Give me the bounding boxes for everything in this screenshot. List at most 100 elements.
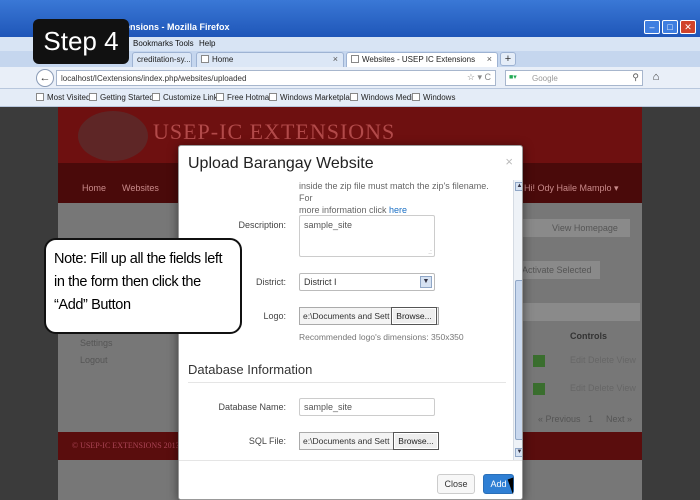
zip-info-text: inside the zip file must match the zip's…: [299, 180, 504, 216]
zip-info-line: more information click: [299, 205, 390, 215]
database-name-input[interactable]: sample_site: [299, 398, 435, 416]
menu-tools[interactable]: Tools: [175, 39, 194, 48]
pagination-previous[interactable]: « Previous: [538, 414, 581, 424]
google-icon[interactable]: ■▾: [509, 73, 527, 83]
bookmark-icon: [89, 93, 97, 101]
close-tab-icon[interactable]: ×: [333, 54, 338, 64]
pagination-next[interactable]: Next »: [606, 414, 632, 424]
note-line: in the form then click the: [54, 274, 201, 290]
scroll-down-icon[interactable]: ▼: [515, 448, 522, 457]
close-icon[interactable]: ×: [505, 154, 513, 169]
url-input[interactable]: localhost/ICextensions/index.php/website…: [56, 70, 496, 86]
back-arrow-icon[interactable]: ←: [36, 69, 54, 87]
bookmark-free-hotmail[interactable]: Free Hotmail: [216, 93, 273, 102]
close-tab-icon[interactable]: ×: [487, 54, 492, 64]
database-name-label: Database Name:: [218, 402, 286, 412]
row-actions[interactable]: Edit Delete View: [570, 383, 636, 393]
bg-select: [533, 383, 545, 395]
modal-title: Upload Barangay Website: [188, 155, 374, 172]
nav-user-menu[interactable]: Hi! Ody Haile Mamplo ▾: [524, 183, 619, 194]
close-icon[interactable]: ✕: [680, 20, 696, 34]
bookmark-windows-media[interactable]: Windows Media: [350, 93, 417, 102]
more-info-link[interactable]: here: [389, 205, 407, 215]
database-section-title: Database Information: [188, 362, 313, 377]
tab-websites[interactable]: Websites - USEP IC Extensions ×: [346, 52, 498, 67]
bookmark-most-visited[interactable]: Most Visited: [36, 93, 90, 102]
bookmark-label: Windows: [423, 93, 456, 102]
window-title: tensions - Mozilla Firefox: [122, 22, 230, 32]
description-label: Description:: [238, 220, 286, 230]
bookmark-label: Windows Marketplace: [280, 93, 359, 102]
bookmark-label: Getting Started: [100, 93, 154, 102]
bookmarks-toolbar: Most Visited Getting Started Customize L…: [0, 89, 700, 107]
page-icon: [351, 55, 359, 63]
resize-grip-icon[interactable]: .:: [428, 249, 432, 256]
url-text: localhost/ICextensions/index.php/website…: [61, 74, 247, 83]
search-placeholder: Google: [532, 74, 558, 83]
bookmark-label: Most Visited: [47, 93, 91, 102]
maximize-icon[interactable]: □: [662, 20, 678, 34]
sql-browse-button[interactable]: Browse...: [393, 432, 439, 450]
description-value: sample_site: [304, 220, 353, 230]
page-icon: [201, 55, 209, 63]
modal-footer: Close Add: [179, 460, 522, 499]
modal-scrollbar[interactable]: ▲ ▼: [513, 180, 522, 460]
bookmark-customize-links[interactable]: Customize Links: [152, 93, 222, 102]
sidebar-settings[interactable]: Settings: [80, 338, 113, 348]
row-actions[interactable]: Edit Delete View: [570, 355, 636, 365]
step-badge: Step 4: [33, 19, 129, 64]
close-button[interactable]: Close: [437, 474, 475, 494]
tab-label: Home: [212, 55, 234, 64]
bookmark-windows-marketplace[interactable]: Windows Marketplace: [269, 93, 358, 102]
pagination-page[interactable]: 1: [588, 414, 593, 424]
bookmark-icon: [412, 93, 420, 101]
sidebar-logout[interactable]: Logout: [80, 355, 108, 365]
view-homepage-link[interactable]: View Homepage: [552, 223, 618, 233]
eagle-logo: [78, 111, 148, 161]
bookmark-label: Free Hotmail: [227, 93, 273, 102]
zip-info-line: inside the zip file must match the zip's…: [299, 181, 489, 203]
bookmark-icon: [216, 93, 224, 101]
section-divider: [188, 382, 506, 383]
controls-header: Controls: [570, 331, 607, 341]
scroll-thumb[interactable]: [515, 280, 522, 440]
instruction-note: Note: Fill up all the fields left in the…: [44, 238, 242, 334]
menu-bookmarks[interactable]: Bookmarks: [133, 39, 173, 48]
home-icon[interactable]: ⌂: [648, 70, 664, 86]
search-input[interactable]: ■▾ Google ⚲: [505, 70, 643, 86]
navigation-bar: ← localhost/ICextensions/index.php/websi…: [0, 67, 700, 89]
bookmark-label: Windows Media: [361, 93, 418, 102]
window-controls: – □ ✕: [644, 20, 696, 34]
search-icon[interactable]: ⚲: [632, 72, 639, 83]
bookmark-icon: [350, 93, 358, 101]
bookmark-star-icon[interactable]: ☆ ▾ C: [467, 72, 491, 83]
chevron-down-icon[interactable]: ▼: [420, 276, 432, 288]
tab-label: creditation-sy...: [137, 55, 191, 64]
menu-help[interactable]: Help: [199, 39, 215, 48]
note-line: Note: Fill up all the fields left: [54, 251, 223, 267]
bookmark-icon: [152, 93, 160, 101]
activate-selected-button[interactable]: Activate Selected: [522, 265, 592, 275]
bg-panel: [520, 303, 640, 321]
district-select[interactable]: District I ▼: [299, 273, 435, 291]
note-line: “Add” Button: [54, 297, 131, 313]
bookmark-icon: [269, 93, 277, 101]
description-textarea[interactable]: sample_site .:: [299, 215, 435, 257]
bookmark-icon: [36, 93, 44, 101]
minimize-icon[interactable]: –: [644, 20, 660, 34]
bookmark-label: Customize Links: [163, 93, 222, 102]
bookmark-getting-started[interactable]: Getting Started: [89, 93, 154, 102]
scroll-up-icon[interactable]: ▲: [515, 182, 522, 191]
nav-home[interactable]: Home: [82, 183, 106, 193]
bookmark-windows[interactable]: Windows: [412, 93, 455, 102]
logo-browse-button[interactable]: Browse...: [391, 307, 437, 325]
tab-home[interactable]: Home ×: [196, 52, 344, 67]
tab-label: Websites - USEP IC Extensions: [362, 55, 476, 64]
tab-accreditation[interactable]: creditation-sy...: [132, 52, 192, 67]
sql-file-label: SQL File:: [248, 436, 286, 446]
nav-websites[interactable]: Websites: [122, 183, 159, 193]
district-value: District I: [304, 277, 337, 287]
new-tab-button[interactable]: +: [500, 52, 516, 66]
logo-dimensions-hint: Recommended logo's dimensions: 350x350: [299, 332, 464, 342]
bg-select: [533, 355, 545, 367]
